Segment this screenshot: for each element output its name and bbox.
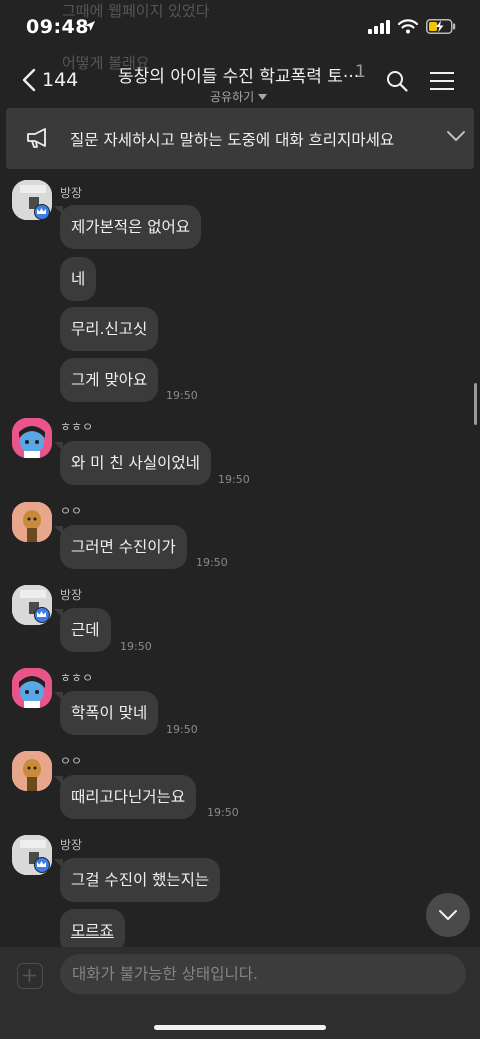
sender-name: ㅇㅇ — [60, 754, 83, 768]
owner-crown-icon — [34, 857, 50, 873]
message-bubble[interactable]: 학폭이 맞네 — [60, 691, 159, 735]
character-avatar-icon — [12, 751, 52, 791]
notice-banner[interactable]: 질문 자세하시고 말하는 도중에 대화 흐리지마세요 — [6, 108, 474, 169]
input-bar: 대화가 불가능한 상태입니다. — [0, 947, 480, 1039]
message-bubble[interactable]: 그걸 수진이 했는지는 — [60, 858, 221, 902]
sender-name: ㅇㅇ — [60, 504, 83, 518]
owner-crown-icon — [34, 607, 50, 623]
message-bubble[interactable]: 와 미 친 사실이었네 — [60, 441, 211, 485]
message-bubble[interactable]: 때리고다닌거는요 — [60, 775, 197, 819]
sender-name: 방장 — [60, 588, 83, 602]
unread-count: 144 — [42, 69, 79, 91]
attach-button[interactable] — [17, 963, 43, 989]
sender-name: 방장 — [60, 186, 83, 200]
avatar[interactable] — [12, 751, 52, 791]
chevron-left-icon — [22, 68, 36, 92]
owner-crown-icon — [34, 204, 50, 220]
caret-down-icon — [258, 93, 268, 100]
share-button[interactable]: 공유하기 — [210, 88, 268, 105]
avatar[interactable] — [12, 418, 52, 458]
battery-charging-icon — [426, 19, 456, 34]
message-bubble[interactable]: 근데 — [60, 608, 111, 652]
chat-title-area[interactable]: 동창의 아이들 수진 학교폭력 토··· 1 공유하기 — [118, 62, 368, 104]
sender-name: 방장 — [60, 838, 83, 852]
location-arrow-icon — [85, 21, 95, 31]
sender-name: ㅎㅎㅇ — [60, 671, 94, 685]
faded-message: 그때에 웹페이지 있었다 — [62, 2, 210, 20]
chevron-down-icon — [439, 910, 457, 920]
scroll-down-button[interactable] — [426, 893, 470, 937]
notice-text: 질문 자세하시고 말하는 도중에 대화 흐리지마세요 — [70, 131, 395, 149]
scrollbar[interactable] — [474, 383, 477, 425]
message-time: 19:50 — [120, 640, 152, 653]
message-time: 19:50 — [166, 389, 198, 402]
message-time: 19:50 — [207, 806, 239, 819]
sender-name: ㅎㅎㅇ — [60, 420, 94, 434]
chat-header: 144 동창의 아이들 수진 학교폭력 토··· 1 공유하기 — [0, 58, 480, 108]
wifi-icon — [398, 19, 418, 34]
menu-icon[interactable] — [430, 71, 454, 91]
message-time: 19:50 — [196, 556, 228, 569]
message-bubble[interactable]: 제가본적은 없어요 — [60, 205, 202, 249]
chevron-down-icon[interactable] — [446, 130, 466, 142]
megaphone-icon — [27, 128, 46, 148]
message-bubble[interactable]: 그게 맞아요 — [60, 358, 159, 402]
avatar[interactable] — [12, 502, 52, 542]
chat-title: 동창의 아이들 수진 학교폭력 토··· — [118, 67, 360, 87]
plus-icon — [23, 969, 36, 982]
character-avatar-icon — [12, 418, 52, 458]
home-indicator — [154, 1025, 326, 1030]
message-bubble[interactable]: 무리.신고싯 — [60, 307, 159, 351]
character-avatar-icon — [12, 668, 52, 708]
share-label: 공유하기 — [210, 90, 255, 104]
search-icon[interactable] — [386, 70, 408, 92]
message-time: 19:50 — [218, 473, 250, 486]
back-button[interactable]: 144 — [22, 68, 78, 92]
cellular-signal-icon — [368, 19, 390, 34]
character-avatar-icon — [12, 502, 52, 542]
message-time: 19:50 — [166, 723, 198, 736]
message-bubble[interactable]: 그러면 수진이가 — [60, 525, 187, 569]
message-input[interactable]: 대화가 불가능한 상태입니다. — [60, 954, 466, 994]
message-bubble[interactable]: 네 — [60, 257, 97, 301]
member-count: 1 — [355, 62, 366, 82]
avatar[interactable] — [12, 668, 52, 708]
